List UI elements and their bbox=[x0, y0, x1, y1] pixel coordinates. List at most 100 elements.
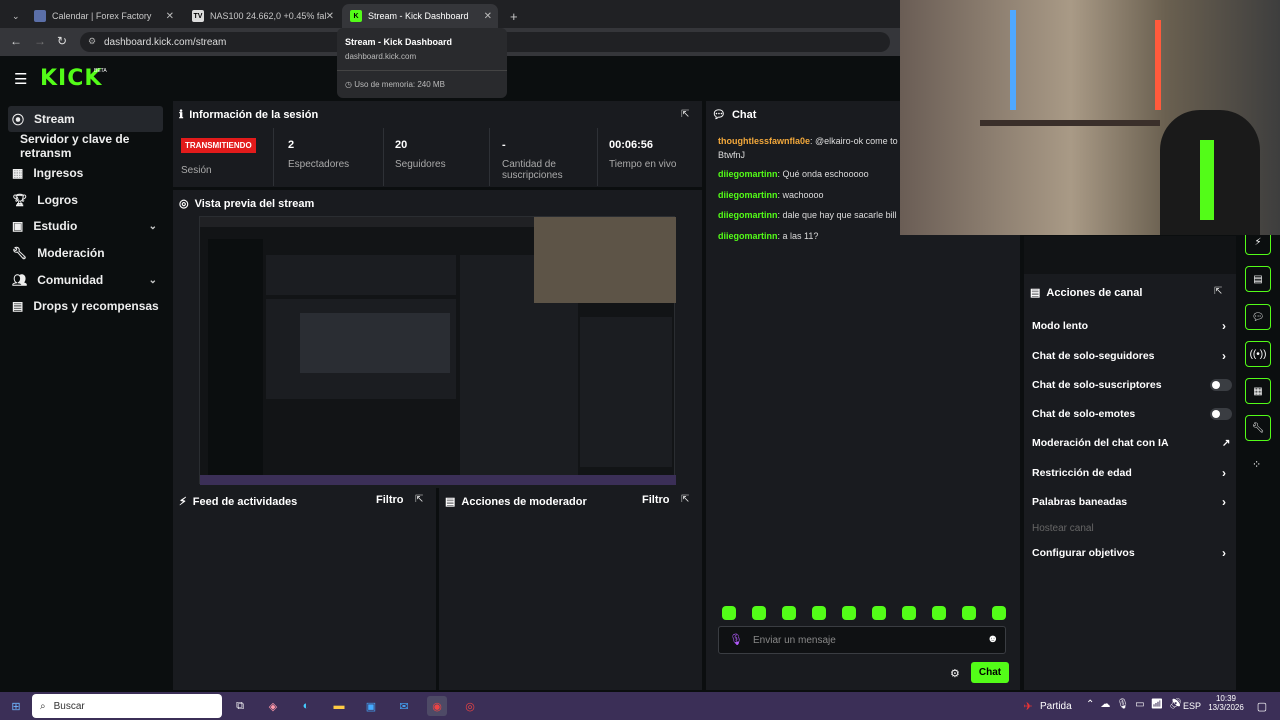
sidebar-item-drops[interactable]: ▤ Drops y recompensas bbox=[8, 293, 163, 319]
action-host-channel[interactable]: Hostear canal bbox=[1032, 517, 1232, 539]
chat-username[interactable]: diiegomartinn bbox=[718, 190, 778, 200]
emote-icon[interactable] bbox=[932, 606, 946, 620]
notifications-icon[interactable]: ▢ bbox=[1252, 696, 1272, 716]
stat-value: - bbox=[502, 139, 506, 151]
expand-icon[interactable]: ⇱ bbox=[681, 109, 689, 120]
settings-gear-icon[interactable]: ⚙ bbox=[950, 667, 960, 680]
action-ai-moderation[interactable]: Moderación del chat con IA ↗ bbox=[1032, 432, 1232, 454]
sidebar-item-logros[interactable]: 🏆︎ Logros bbox=[8, 187, 163, 213]
action-label: Hostear canal bbox=[1032, 522, 1094, 534]
chat-username[interactable]: thoughtlessfawnfla0e bbox=[718, 136, 810, 146]
sidebar-item-ingresos[interactable]: ▦ Ingresos bbox=[8, 160, 163, 186]
chevron-down-icon: ⌄ bbox=[148, 274, 157, 286]
panel-title: Información de la sesión bbox=[189, 108, 319, 121]
users-icon: 👥︎ bbox=[12, 273, 28, 287]
close-icon[interactable]: ✕ bbox=[166, 11, 174, 22]
emote-icon[interactable] bbox=[962, 606, 976, 620]
action-banned-words[interactable]: Palabras baneadas › bbox=[1032, 491, 1232, 513]
back-icon[interactable]: ← bbox=[10, 34, 22, 48]
chrome-icon[interactable]: ◉ bbox=[427, 696, 447, 716]
expand-icon[interactable]: ⇱ bbox=[415, 494, 423, 505]
chat-icon[interactable]: 💬︎ bbox=[1245, 304, 1271, 330]
system-tray-icons[interactable]: ⌃☁🎙︎▭📶︎🔊︎ bbox=[1086, 699, 1188, 710]
expand-icon[interactable]: ⇱ bbox=[681, 494, 689, 505]
edge-icon[interactable]: ◐ bbox=[296, 696, 316, 716]
action-configure-goals[interactable]: Configurar objetivos › bbox=[1032, 542, 1232, 564]
emotes-only-toggle[interactable] bbox=[1210, 408, 1232, 420]
chat-placeholder: Enviar un mensaje bbox=[753, 635, 836, 646]
action-slow-mode[interactable]: Modo lento › bbox=[1032, 315, 1232, 337]
expand-icon[interactable]: ⇱ bbox=[1214, 286, 1222, 297]
broadcast-icon[interactable]: ((•)) bbox=[1245, 341, 1271, 367]
wrench-icon[interactable]: 🔧︎ bbox=[1245, 415, 1271, 441]
microphone-icon[interactable]: 🎙︎ bbox=[729, 633, 743, 646]
action-followers-only[interactable]: Chat de solo-seguidores › bbox=[1032, 345, 1232, 367]
action-age-restriction[interactable]: Restricción de edad › bbox=[1032, 462, 1232, 484]
stream-preview-video[interactable] bbox=[199, 216, 676, 485]
send-chat-button[interactable]: Chat bbox=[971, 662, 1009, 683]
reload-icon[interactable]: ↻ bbox=[57, 34, 67, 48]
add-widget-icon[interactable]: ⁘ bbox=[1252, 458, 1261, 471]
emote-icon[interactable] bbox=[902, 606, 916, 620]
action-subs-only[interactable]: Chat de solo-suscriptores bbox=[1032, 374, 1232, 396]
windows-start-icon[interactable]: ⊞ bbox=[6, 696, 26, 716]
sidebar-item-estudio[interactable]: ▣ Estudio ⌄ bbox=[8, 213, 163, 239]
action-emotes-only[interactable]: Chat de solo-emotes bbox=[1032, 403, 1232, 425]
tab-nas100[interactable]: TV NAS100 24.662,0 +0.45% fal ✕ bbox=[184, 4, 340, 28]
stat-viewers: 2 Espectadores bbox=[288, 139, 349, 187]
forward-icon[interactable]: → bbox=[34, 34, 46, 48]
tab-kick-dashboard[interactable]: K Stream - Kick Dashboard ✕ bbox=[342, 4, 498, 28]
stat-value: 00:06:56 bbox=[609, 139, 654, 151]
emoji-icon[interactable]: ☻ bbox=[987, 633, 999, 645]
stat-live-time: 00:06:56 Tiempo en vivo bbox=[609, 139, 676, 187]
file-explorer-icon[interactable]: ▬ bbox=[329, 696, 349, 716]
drops-icon: ▤ bbox=[12, 299, 24, 313]
tab-forex[interactable]: Calendar | Forex Factory ✕ bbox=[26, 4, 180, 28]
tab-title: Stream - Kick Dashboard bbox=[368, 11, 469, 21]
emote-icon[interactable] bbox=[992, 606, 1006, 620]
sidebar-item-server-key[interactable]: Servidor y clave de retransm bbox=[16, 132, 176, 160]
sidebar-item-moderacion[interactable]: 🔧︎ Moderación bbox=[8, 240, 163, 266]
store-icon[interactable]: ▣ bbox=[361, 696, 381, 716]
taskbar-search[interactable]: ⌕ Buscar bbox=[32, 694, 222, 718]
chat-input[interactable]: 🎙︎ Enviar un mensaje ☻ bbox=[718, 626, 1006, 654]
mail-icon[interactable]: ✉ bbox=[394, 696, 414, 716]
users-icon[interactable]: ▦ bbox=[1245, 378, 1271, 404]
chevron-right-icon: › bbox=[1222, 546, 1226, 560]
language-indicator[interactable]: ESP bbox=[1183, 701, 1201, 711]
preview-icon: ◎ bbox=[179, 198, 189, 210]
emote-icon[interactable] bbox=[872, 606, 886, 620]
new-tab-button[interactable]: + bbox=[502, 4, 522, 28]
site-info-icon[interactable]: ⚙ bbox=[88, 36, 96, 47]
preview-sidebar bbox=[208, 239, 263, 479]
emote-icon[interactable] bbox=[842, 606, 856, 620]
emote-icon[interactable] bbox=[752, 606, 766, 620]
emote-icon[interactable] bbox=[782, 606, 796, 620]
tab-list-button[interactable]: ⌄ bbox=[4, 4, 24, 28]
sidebar-item-stream[interactable]: ⦿ Stream bbox=[8, 106, 163, 132]
weather-text: Partida bbox=[1040, 701, 1072, 712]
studio-icon: ▣ bbox=[12, 219, 24, 233]
chat-username[interactable]: diiegomartinn bbox=[718, 231, 778, 241]
clipboard-icon[interactable]: ▤ bbox=[1245, 266, 1271, 292]
chat-username[interactable]: diiegomartinn bbox=[718, 210, 778, 220]
tab-title: Calendar | Forex Factory bbox=[52, 11, 152, 21]
stat-value: 20 bbox=[395, 139, 408, 151]
close-icon[interactable]: ✕ bbox=[326, 11, 334, 22]
emote-icon[interactable] bbox=[812, 606, 826, 620]
close-icon[interactable]: ✕ bbox=[484, 11, 492, 22]
emote-icon[interactable] bbox=[722, 606, 736, 620]
chat-username[interactable]: diiegomartinn bbox=[718, 169, 778, 179]
sidebar-item-comunidad[interactable]: 👥︎ Comunidad ⌄ bbox=[8, 267, 163, 293]
clock[interactable]: 10:39 13/3/2026 bbox=[1206, 694, 1246, 712]
sidebar-item-label: Logros bbox=[37, 193, 78, 207]
copilot-icon[interactable]: ◈ bbox=[263, 696, 283, 716]
app-icon[interactable]: ◎ bbox=[460, 696, 480, 716]
filter-button[interactable]: Filtro bbox=[642, 494, 670, 506]
subs-only-toggle[interactable] bbox=[1210, 379, 1232, 391]
menu-icon[interactable]: ☰ bbox=[14, 70, 27, 88]
filter-button[interactable]: Filtro bbox=[376, 494, 404, 506]
action-label: Modo lento bbox=[1032, 320, 1088, 332]
task-view-icon[interactable]: ⧉ bbox=[230, 696, 250, 716]
chevron-right-icon: › bbox=[1222, 349, 1226, 363]
